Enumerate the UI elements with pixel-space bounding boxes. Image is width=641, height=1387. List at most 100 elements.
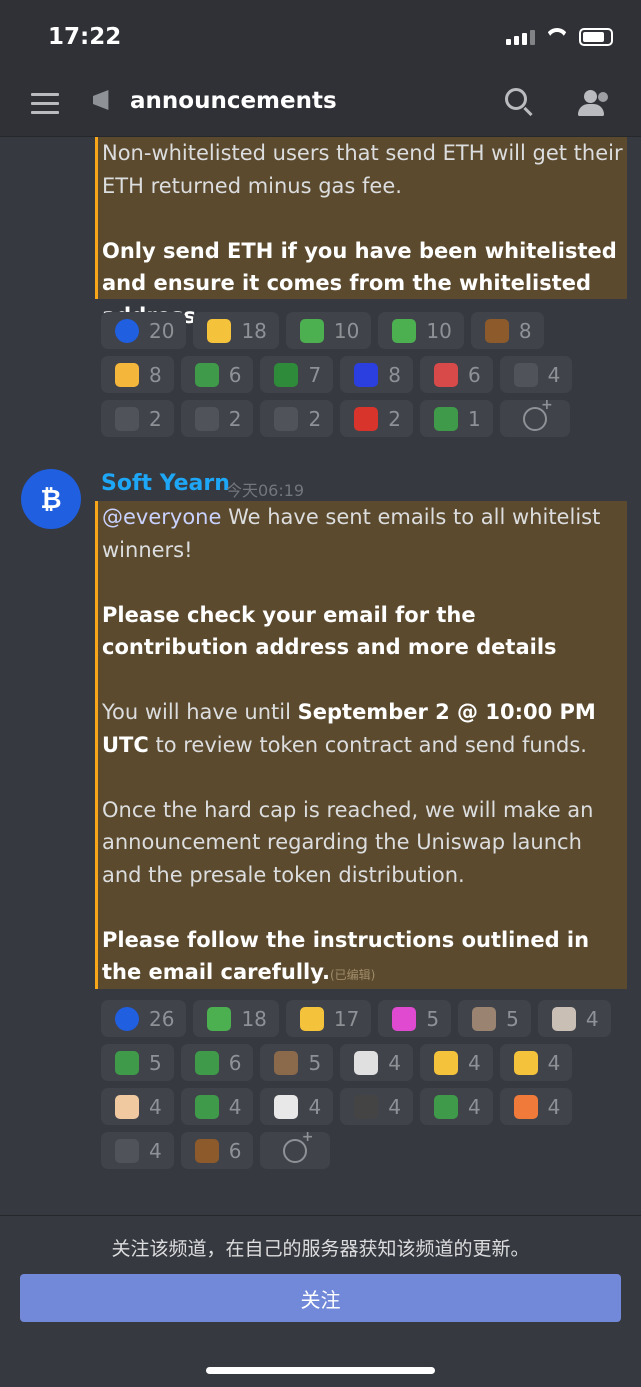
reaction-count: 6	[467, 362, 481, 387]
home-indicator[interactable]	[206, 1367, 435, 1374]
reaction-spinner[interactable]: 2	[260, 400, 334, 437]
message-1-reactions: 20 18 10 10 8 8 6 7 8 6 4 2 2 2 2 1	[101, 312, 621, 437]
clock: 17:22	[48, 24, 122, 50]
reaction-pepe-standing[interactable]: 5	[101, 1044, 174, 1081]
reaction-count: 4	[388, 1050, 401, 1075]
author-name[interactable]: Soft Yearn	[101, 471, 230, 496]
reaction-cowboy-face[interactable]: 4	[419, 1044, 493, 1081]
cowboy-face-icon	[433, 1050, 458, 1075]
members-icon[interactable]	[576, 90, 610, 116]
hamster-icon	[472, 1006, 497, 1031]
megaphone-icon	[93, 90, 109, 110]
reaction-loading-emoji[interactable]: 4	[499, 356, 573, 393]
reaction-clown-pepe[interactable]: 5	[378, 1000, 452, 1037]
reaction-cat-scream[interactable]: 4	[260, 1088, 334, 1125]
reaction-pepe-hands[interactable]: 7	[260, 356, 334, 393]
reaction-count: 6	[228, 1050, 242, 1075]
white-cat-icon	[354, 1050, 379, 1075]
reaction-pepe-scream-small[interactable]: 10	[378, 312, 464, 349]
reaction-pepe-rain[interactable]: 6	[180, 1044, 254, 1081]
pepe-swim-icon	[194, 362, 219, 387]
mention-everyone[interactable]: @everyone	[102, 505, 221, 529]
reaction-count: 17	[333, 1006, 360, 1031]
add-reaction-icon	[283, 1129, 313, 1163]
bread-face-icon	[115, 1094, 139, 1119]
cat-scream-icon	[274, 1094, 299, 1119]
add-reaction-button[interactable]	[499, 397, 570, 437]
spinner-icon	[274, 406, 299, 431]
reaction-letter-c[interactable]: 2	[180, 400, 254, 437]
reaction-count: 18	[241, 1006, 267, 1031]
reaction-count: 6	[228, 1138, 242, 1163]
pepe-scream-icon	[207, 1006, 232, 1031]
reaction-pepe-sad[interactable]: 4	[180, 1088, 254, 1125]
reaction-count: 4	[149, 1094, 162, 1119]
cowboy-face-2-icon	[513, 1050, 538, 1075]
reaction-poop[interactable]: 6	[180, 1132, 254, 1169]
reaction-count: 6	[228, 362, 242, 387]
reaction-count: 4	[547, 1050, 561, 1075]
message-text: to review token contract and send funds.	[148, 732, 587, 757]
reaction-count: 2	[388, 406, 401, 431]
reaction-soft-yearn-logo[interactable]: 26	[101, 1000, 187, 1037]
reaction-count: 4	[228, 1094, 242, 1119]
reaction-crying-cat[interactable]: 4	[537, 1000, 611, 1037]
menu-icon[interactable]	[31, 93, 59, 120]
reaction-thumbs-up[interactable]: 18	[193, 312, 279, 349]
soft-yearn-logo-icon	[115, 318, 139, 343]
reaction-bot-text[interactable]: 8	[340, 356, 413, 393]
reaction-soft-yearn-logo[interactable]: 20	[101, 312, 187, 349]
reaction-hamster[interactable]: 5	[458, 1000, 531, 1037]
thumbs-up-icon	[299, 1006, 324, 1031]
reaction-pepe-scream[interactable]: 10	[285, 312, 372, 349]
reaction-count: 4	[308, 1094, 322, 1119]
reaction-bread-face[interactable]: 4	[101, 1088, 174, 1125]
reaction-pepe-scream[interactable]: 18	[193, 1000, 279, 1037]
pepe-orange-icon	[513, 1094, 538, 1119]
reaction-count: 4	[585, 1006, 599, 1031]
reaction-count: 4	[547, 1094, 561, 1119]
reaction-count: 10	[333, 318, 360, 343]
reaction-dancing-man[interactable]: 6	[419, 356, 493, 393]
reaction-thumbs-up[interactable]: 17	[285, 1000, 372, 1037]
reaction-letter-b[interactable]: 2	[101, 400, 174, 437]
reaction-white-cat[interactable]: 4	[340, 1044, 413, 1081]
message-text: Once the hard cap is reached, we will ma…	[102, 797, 594, 887]
reaction-disappointed-face[interactable]: 8	[101, 356, 174, 393]
pepe-standing-icon	[115, 1050, 139, 1075]
follow-footer: 关注该频道，在自己的服务器获知该频道的更新。 关注	[0, 1215, 641, 1387]
reaction-count: 1	[467, 406, 481, 431]
reaction-flag-spain[interactable]: 2	[340, 400, 413, 437]
reaction-pepe-swim[interactable]: 6	[180, 356, 254, 393]
reaction-letter-n[interactable]: 4	[101, 1132, 174, 1169]
search-icon[interactable]	[505, 88, 527, 110]
reaction-pepe-notification[interactable]: 1	[419, 400, 493, 437]
message-text: Non-whitelisted users that send ETH will…	[102, 141, 623, 198]
channel-header: announcements	[0, 70, 641, 137]
message-text: You will have until	[102, 700, 298, 724]
reaction-cat-shock[interactable]: 4	[340, 1088, 413, 1125]
bot-text-icon	[354, 362, 379, 387]
flag-spain-icon	[354, 406, 379, 431]
reaction-count: 5	[506, 1006, 519, 1031]
status-bar: 17:22	[0, 0, 641, 70]
reaction-poop[interactable]: 8	[470, 312, 544, 349]
reaction-count: 5	[149, 1050, 162, 1075]
add-reaction-button[interactable]	[260, 1129, 331, 1169]
reaction-cowboy-face-2[interactable]: 4	[499, 1044, 573, 1081]
pepe-hands-icon	[274, 362, 299, 387]
clown-pepe-icon	[392, 1006, 417, 1031]
reaction-pepe-orange[interactable]: 4	[499, 1088, 573, 1125]
soft-yearn-logo-icon	[115, 1006, 139, 1031]
thumbs-up-icon	[207, 318, 232, 343]
reaction-count: 7	[308, 362, 322, 387]
reaction-pepe-lay[interactable]: 4	[419, 1088, 493, 1125]
pepe-lay-icon	[433, 1094, 458, 1119]
reaction-count: 5	[426, 1006, 440, 1031]
pepe-rain-icon	[194, 1050, 219, 1075]
reaction-count: 4	[149, 1138, 162, 1163]
follow-button[interactable]: 关注	[20, 1274, 621, 1322]
avatar[interactable]: ₿	[21, 469, 81, 529]
reaction-kitten[interactable]: 5	[260, 1044, 334, 1081]
reaction-count: 26	[149, 1006, 175, 1031]
